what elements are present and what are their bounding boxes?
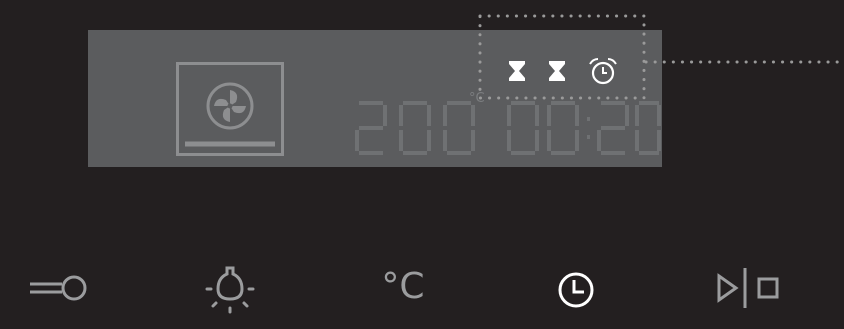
key-lock-button[interactable] [28,268,92,308]
key-lock-icon [30,275,87,301]
temperature-button-label: °C [381,266,425,307]
status-highlight-frame [478,14,844,100]
time-readout [507,101,661,155]
temperature-button[interactable]: °C [372,264,434,310]
fan-heating-icon [176,62,284,156]
start-stop-icon [717,268,779,308]
oven-light-button[interactable] [200,262,260,318]
clock-button[interactable] [556,270,596,310]
oven-light-icon [205,266,255,314]
clock-icon [558,272,594,308]
temperature-readout [355,101,475,155]
oven-control-panel: °C °C [0,0,844,329]
start-stop-button[interactable] [712,266,782,310]
